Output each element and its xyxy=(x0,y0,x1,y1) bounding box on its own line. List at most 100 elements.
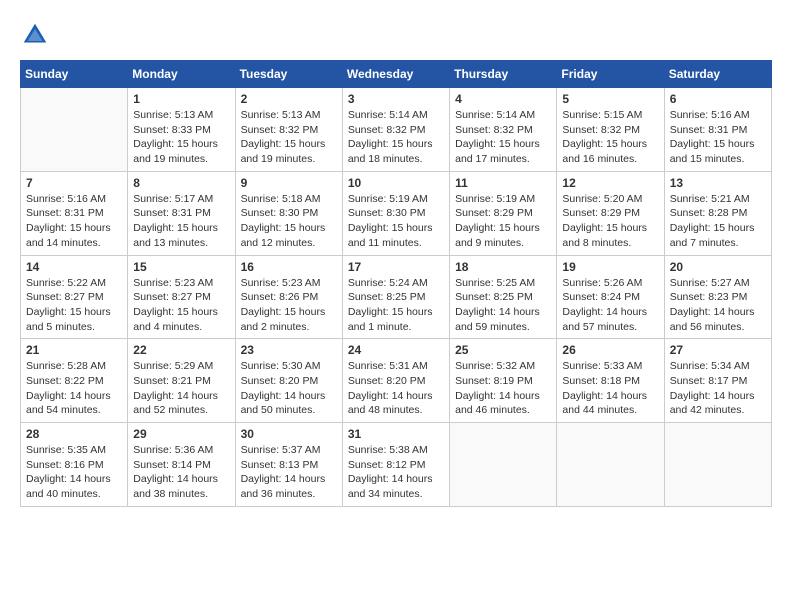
calendar-cell: 2 Sunrise: 5:13 AM Sunset: 8:32 PM Daylig… xyxy=(235,88,342,172)
calendar-cell: 11 Sunrise: 5:19 AM Sunset: 8:29 PM Dayli… xyxy=(450,171,557,255)
day-number: 7 xyxy=(26,176,122,190)
day-number: 26 xyxy=(562,343,658,357)
day-number: 16 xyxy=(241,260,337,274)
day-number: 23 xyxy=(241,343,337,357)
day-info: Sunrise: 5:26 AM Sunset: 8:24 PM Dayligh… xyxy=(562,276,658,335)
calendar-cell: 17 Sunrise: 5:24 AM Sunset: 8:25 PM Dayli… xyxy=(342,255,449,339)
weekday-header-wednesday: Wednesday xyxy=(342,61,449,88)
day-info: Sunrise: 5:15 AM Sunset: 8:32 PM Dayligh… xyxy=(562,108,658,167)
calendar-week-row: 7 Sunrise: 5:16 AM Sunset: 8:31 PM Daylig… xyxy=(21,171,772,255)
day-info: Sunrise: 5:13 AM Sunset: 8:32 PM Dayligh… xyxy=(241,108,337,167)
calendar-week-row: 1 Sunrise: 5:13 AM Sunset: 8:33 PM Daylig… xyxy=(21,88,772,172)
calendar-cell: 27 Sunrise: 5:34 AM Sunset: 8:17 PM Dayli… xyxy=(664,339,771,423)
day-number: 27 xyxy=(670,343,766,357)
day-number: 30 xyxy=(241,427,337,441)
day-number: 29 xyxy=(133,427,229,441)
calendar-cell: 8Sunrise: 5:17 AM Sunset: 8:31 PM Daylig… xyxy=(128,171,235,255)
day-number: 18 xyxy=(455,260,551,274)
calendar-cell: 7 Sunrise: 5:16 AM Sunset: 8:31 PM Daylig… xyxy=(21,171,128,255)
day-info: Sunrise: 5:18 AM Sunset: 8:30 PM Dayligh… xyxy=(241,192,337,251)
calendar-cell: 9 Sunrise: 5:18 AM Sunset: 8:30 PM Daylig… xyxy=(235,171,342,255)
day-info: Sunrise: 5:36 AM Sunset: 8:14 PM Dayligh… xyxy=(133,443,229,502)
day-number: 14 xyxy=(26,260,122,274)
day-number: 2 xyxy=(241,92,337,106)
calendar-cell xyxy=(557,423,664,507)
logo-icon xyxy=(20,20,50,50)
day-number: 17 xyxy=(348,260,444,274)
day-info: Sunrise: 5:34 AM Sunset: 8:17 PM Dayligh… xyxy=(670,359,766,418)
day-info: Sunrise: 5:23 AM Sunset: 8:26 PM Dayligh… xyxy=(241,276,337,335)
calendar-header: SundayMondayTuesdayWednesdayThursdayFrid… xyxy=(21,61,772,88)
day-number: 21 xyxy=(26,343,122,357)
calendar-cell: 19 Sunrise: 5:26 AM Sunset: 8:24 PM Dayli… xyxy=(557,255,664,339)
calendar-cell: 10 Sunrise: 5:19 AM Sunset: 8:30 PM Dayli… xyxy=(342,171,449,255)
day-number: 10 xyxy=(348,176,444,190)
weekday-header-thursday: Thursday xyxy=(450,61,557,88)
calendar-cell: 6 Sunrise: 5:16 AM Sunset: 8:31 PM Daylig… xyxy=(664,88,771,172)
day-info: Sunrise: 5:13 AM Sunset: 8:33 PM Dayligh… xyxy=(133,108,229,167)
calendar-body: 1 Sunrise: 5:13 AM Sunset: 8:33 PM Daylig… xyxy=(21,88,772,507)
calendar-cell: 25 Sunrise: 5:32 AM Sunset: 8:19 PM Dayli… xyxy=(450,339,557,423)
day-info: Sunrise: 5:19 AM Sunset: 8:30 PM Dayligh… xyxy=(348,192,444,251)
day-number: 6 xyxy=(670,92,766,106)
calendar-cell: 20 Sunrise: 5:27 AM Sunset: 8:23 PM Dayli… xyxy=(664,255,771,339)
day-number: 1 xyxy=(133,92,229,106)
weekday-header-saturday: Saturday xyxy=(664,61,771,88)
day-info: Sunrise: 5:33 AM Sunset: 8:18 PM Dayligh… xyxy=(562,359,658,418)
weekday-header-tuesday: Tuesday xyxy=(235,61,342,88)
day-info: Sunrise: 5:37 AM Sunset: 8:13 PM Dayligh… xyxy=(241,443,337,502)
day-number: 19 xyxy=(562,260,658,274)
day-number: 4 xyxy=(455,92,551,106)
day-info: Sunrise: 5:32 AM Sunset: 8:19 PM Dayligh… xyxy=(455,359,551,418)
weekday-header-friday: Friday xyxy=(557,61,664,88)
day-number: 25 xyxy=(455,343,551,357)
day-number: 28 xyxy=(26,427,122,441)
calendar-cell: 1 Sunrise: 5:13 AM Sunset: 8:33 PM Daylig… xyxy=(128,88,235,172)
day-number: 11 xyxy=(455,176,551,190)
day-info: Sunrise: 5:16 AM Sunset: 8:31 PM Dayligh… xyxy=(26,192,122,251)
calendar-table: SundayMondayTuesdayWednesdayThursdayFrid… xyxy=(20,60,772,507)
calendar-cell: 26 Sunrise: 5:33 AM Sunset: 8:18 PM Dayli… xyxy=(557,339,664,423)
calendar-week-row: 21Sunrise: 5:28 AM Sunset: 8:22 PM Dayli… xyxy=(21,339,772,423)
day-info: Sunrise: 5:16 AM Sunset: 8:31 PM Dayligh… xyxy=(670,108,766,167)
calendar-cell: 14 Sunrise: 5:22 AM Sunset: 8:27 PM Dayli… xyxy=(21,255,128,339)
day-number: 3 xyxy=(348,92,444,106)
calendar-cell: 21Sunrise: 5:28 AM Sunset: 8:22 PM Dayli… xyxy=(21,339,128,423)
day-info: Sunrise: 5:27 AM Sunset: 8:23 PM Dayligh… xyxy=(670,276,766,335)
day-number: 12 xyxy=(562,176,658,190)
day-info: Sunrise: 5:14 AM Sunset: 8:32 PM Dayligh… xyxy=(455,108,551,167)
calendar-cell: 4 Sunrise: 5:14 AM Sunset: 8:32 PM Daylig… xyxy=(450,88,557,172)
calendar-cell xyxy=(664,423,771,507)
day-info: Sunrise: 5:14 AM Sunset: 8:32 PM Dayligh… xyxy=(348,108,444,167)
day-number: 24 xyxy=(348,343,444,357)
day-info: Sunrise: 5:30 AM Sunset: 8:20 PM Dayligh… xyxy=(241,359,337,418)
calendar-week-row: 14 Sunrise: 5:22 AM Sunset: 8:27 PM Dayli… xyxy=(21,255,772,339)
day-number: 5 xyxy=(562,92,658,106)
calendar-cell: 13 Sunrise: 5:21 AM Sunset: 8:28 PM Dayli… xyxy=(664,171,771,255)
calendar-cell: 18 Sunrise: 5:25 AM Sunset: 8:25 PM Dayli… xyxy=(450,255,557,339)
calendar-cell: 29 Sunrise: 5:36 AM Sunset: 8:14 PM Dayli… xyxy=(128,423,235,507)
day-number: 20 xyxy=(670,260,766,274)
day-number: 31 xyxy=(348,427,444,441)
calendar-cell: 12Sunrise: 5:20 AM Sunset: 8:29 PM Dayli… xyxy=(557,171,664,255)
day-info: Sunrise: 5:38 AM Sunset: 8:12 PM Dayligh… xyxy=(348,443,444,502)
day-info: Sunrise: 5:21 AM Sunset: 8:28 PM Dayligh… xyxy=(670,192,766,251)
calendar-cell: 31 Sunrise: 5:38 AM Sunset: 8:12 PM Dayli… xyxy=(342,423,449,507)
day-info: Sunrise: 5:29 AM Sunset: 8:21 PM Dayligh… xyxy=(133,359,229,418)
day-info: Sunrise: 5:31 AM Sunset: 8:20 PM Dayligh… xyxy=(348,359,444,418)
calendar-cell: 3 Sunrise: 5:14 AM Sunset: 8:32 PM Daylig… xyxy=(342,88,449,172)
weekday-header-monday: Monday xyxy=(128,61,235,88)
day-number: 9 xyxy=(241,176,337,190)
day-info: Sunrise: 5:35 AM Sunset: 8:16 PM Dayligh… xyxy=(26,443,122,502)
day-number: 15 xyxy=(133,260,229,274)
calendar-cell: 23 Sunrise: 5:30 AM Sunset: 8:20 PM Dayli… xyxy=(235,339,342,423)
day-number: 22 xyxy=(133,343,229,357)
calendar-cell: 24 Sunrise: 5:31 AM Sunset: 8:20 PM Dayli… xyxy=(342,339,449,423)
day-number: 13 xyxy=(670,176,766,190)
day-info: Sunrise: 5:25 AM Sunset: 8:25 PM Dayligh… xyxy=(455,276,551,335)
day-info: Sunrise: 5:19 AM Sunset: 8:29 PM Dayligh… xyxy=(455,192,551,251)
calendar-cell xyxy=(21,88,128,172)
calendar-cell: 30 Sunrise: 5:37 AM Sunset: 8:13 PM Dayli… xyxy=(235,423,342,507)
day-info: Sunrise: 5:24 AM Sunset: 8:25 PM Dayligh… xyxy=(348,276,444,335)
day-info: Sunrise: 5:22 AM Sunset: 8:27 PM Dayligh… xyxy=(26,276,122,335)
